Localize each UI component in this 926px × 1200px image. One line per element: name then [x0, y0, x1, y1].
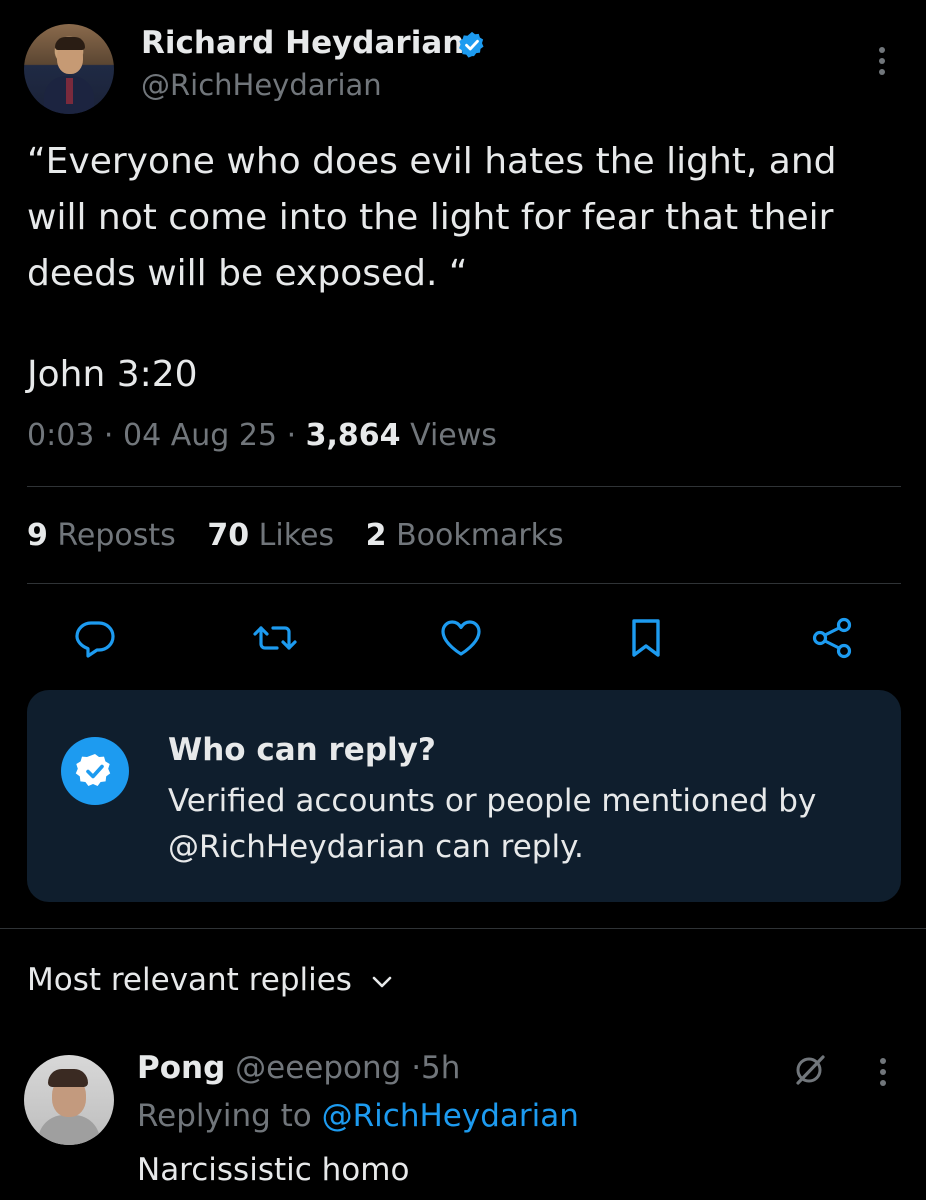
reposts-label: Reposts [57, 518, 176, 553]
replies-sort-label[interactable]: Most relevant replies [27, 962, 352, 998]
divider [27, 583, 901, 584]
share-button[interactable] [808, 614, 856, 662]
reply-author-name[interactable]: Pong [137, 1050, 225, 1086]
author-avatar[interactable] [24, 24, 114, 114]
likes-label: Likes [258, 518, 335, 553]
replying-to-line: Replying to @RichHeydarian [137, 1098, 579, 1134]
bookmarks-stat[interactable]: 2 Bookmarks [366, 518, 564, 553]
tweet-reference: John 3:20 [27, 354, 198, 395]
reply-avatar[interactable] [24, 1055, 114, 1145]
tweet-time: 0:03 [27, 418, 95, 453]
author-handle[interactable]: @RichHeydarian [141, 68, 382, 102]
views-count: 3,864 [305, 418, 401, 453]
divider [27, 486, 901, 487]
bookmarks-count: 2 [365, 518, 387, 553]
author-name[interactable]: Richard Heydarian [141, 25, 464, 61]
chevron-down-icon[interactable] [370, 972, 394, 992]
reply-restriction-title: Who can reply? [168, 732, 436, 768]
reply-separator: · [411, 1050, 422, 1086]
like-button[interactable] [437, 614, 485, 662]
reply-more-options-icon[interactable] [870, 1055, 896, 1089]
reply-icon [75, 621, 115, 658]
likes-stat[interactable]: 70 Likes [207, 518, 334, 553]
tweet-meta: 0:03 · 04 Aug 25 · 3,864 Views [27, 418, 497, 453]
engagement-stats: 9 Reposts 70 Likes 2 Bookmarks [27, 518, 564, 553]
verified-reply-badge-icon [61, 737, 129, 805]
bookmark-icon [632, 619, 660, 657]
verified-badge-icon [459, 31, 484, 58]
tweet-date[interactable]: 04 Aug 25 [123, 418, 277, 453]
bookmark-button[interactable] [622, 614, 670, 662]
section-divider [0, 928, 926, 929]
meta-separator: · [286, 418, 297, 453]
reply-time[interactable]: 5h [421, 1050, 460, 1086]
reply-author-line: Pong @eeepong ·5h [137, 1050, 460, 1086]
likes-count: 70 [207, 518, 250, 553]
reply-author-handle[interactable]: @eeepong [235, 1050, 401, 1086]
replying-to-mention[interactable]: @RichHeydarian [322, 1098, 579, 1134]
share-icon [812, 617, 852, 659]
views-label: Views [410, 418, 497, 453]
grok-icon[interactable] [792, 1052, 828, 1088]
meta-separator: · [103, 418, 114, 453]
bookmarks-label: Bookmarks [396, 518, 564, 553]
tweet-text: “Everyone who does evil hates the light,… [27, 141, 837, 294]
repost-button[interactable] [251, 614, 299, 662]
reply-text: Narcissistic homo [137, 1152, 410, 1188]
reply-button[interactable] [71, 614, 119, 662]
like-icon [441, 620, 481, 656]
more-options-icon[interactable] [868, 44, 896, 78]
reposts-stat[interactable]: 9 Reposts [27, 518, 176, 553]
reply-restriction-description: Verified accounts or people mentioned by… [168, 783, 817, 865]
reposts-count: 9 [27, 518, 48, 553]
repost-icon [253, 626, 297, 650]
replying-to-prefix: Replying to [137, 1098, 312, 1134]
